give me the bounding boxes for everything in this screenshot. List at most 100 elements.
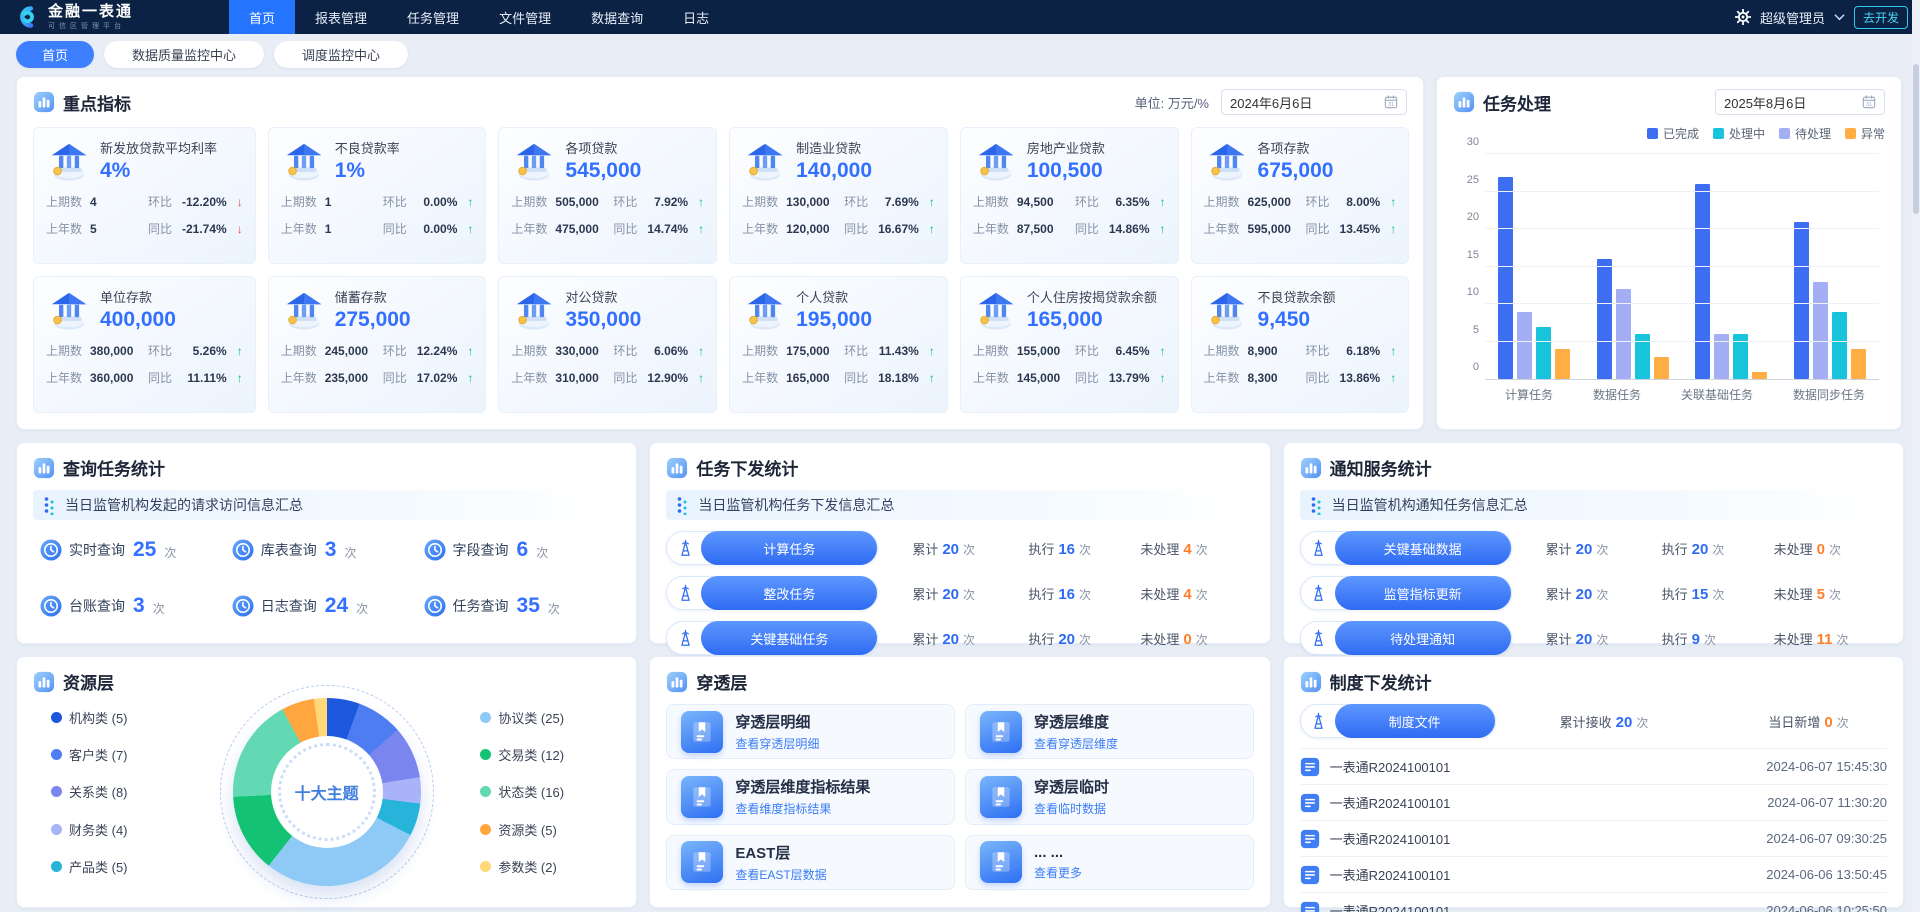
policy-file-row[interactable]: 一表通R2024100101 2024-06-07 09:30:25: [1300, 821, 1887, 857]
bank-icon: [742, 289, 788, 331]
task-pill[interactable]: 监管指标更新: [1300, 576, 1512, 610]
kpi-prev-row: 上期数1 环比0.00% ↑: [281, 193, 474, 210]
task-pill[interactable]: 整改任务: [666, 576, 878, 610]
kpi-prev-year-row: 上年数310,000 同比12.90% ↑: [511, 369, 704, 386]
nav-item-数据查询[interactable]: 数据查询: [571, 0, 663, 34]
kpi-prev-year-row: 上年数5 同比-21.74% ↓: [46, 220, 243, 237]
nav-item-日志[interactable]: 日志: [663, 0, 729, 34]
bar-group-关联基础任务: [1695, 154, 1767, 379]
trend-arrow-icon: ↑: [1380, 371, 1396, 385]
legend-label: 状态类 (16): [498, 782, 564, 801]
policy-file-pill[interactable]: 制度文件: [1300, 704, 1496, 738]
penetration-card-title: 穿透层维度指标结果: [735, 776, 870, 797]
pill-label[interactable]: 计算任务: [701, 531, 877, 565]
donut-legend-产品类[interactable]: 产品类 (5): [51, 857, 173, 876]
donut-legend-交易类[interactable]: 交易类 (12): [480, 745, 616, 764]
penetration-card[interactable]: 穿透层临时 查看临时数据: [965, 769, 1254, 824]
pill-label[interactable]: 整改任务: [701, 576, 877, 610]
task-date-picker[interactable]: 2025年8月6日: [1715, 89, 1885, 115]
donut-legend-left: 机构类 (5) 客户类 (7) 关系类 (8) 财务类 (4) 产品类 (5): [33, 708, 173, 877]
scrollbar-thumb[interactable]: [1913, 64, 1919, 214]
legend-item-处理中[interactable]: 处理中: [1713, 125, 1765, 142]
user-menu[interactable]: 超级管理员: [1760, 8, 1825, 27]
chevron-down-icon[interactable]: [1834, 13, 1845, 21]
penetration-card-link[interactable]: 查看临时数据: [1034, 800, 1109, 817]
gridline: [1485, 303, 1879, 304]
kpi-date-picker[interactable]: 2024年6月6日: [1221, 89, 1407, 115]
penetration-layer-panel: 穿透层 穿透层明细 查看穿透层明细 穿透层维度 查看穿透层维度 穿透层维度指标结…: [649, 656, 1270, 908]
legend-item-已完成[interactable]: 已完成: [1647, 125, 1699, 142]
pending-stat: 未处理5次: [1774, 584, 1841, 603]
task-pill[interactable]: 关键基础任务: [666, 621, 878, 655]
legend-label: 关系类 (8): [69, 782, 128, 801]
tab-调度监控中心[interactable]: 调度监控中心: [274, 41, 408, 68]
penetration-card-link[interactable]: 查看穿透层明细: [735, 735, 819, 752]
query-unit: 次: [344, 544, 356, 561]
bank-icon: [511, 140, 557, 182]
policy-file-row[interactable]: 一表通R2024100101 2024-06-06 13:50:45: [1300, 857, 1887, 893]
calendar-icon[interactable]: [1862, 95, 1876, 109]
donut-legend-状态类[interactable]: 状态类 (16): [480, 782, 616, 801]
task-pill[interactable]: 关键基础数据: [1300, 531, 1512, 565]
nav-item-报表管理[interactable]: 报表管理: [295, 0, 387, 34]
main-menu: 首页报表管理任务管理文件管理数据查询日志: [229, 0, 729, 34]
pill-label[interactable]: 关键基础任务: [701, 621, 877, 655]
penetration-card[interactable]: 穿透层维度 查看穿透层维度: [965, 704, 1254, 759]
penetration-card-link[interactable]: 查看维度指标结果: [735, 800, 870, 817]
penetration-card[interactable]: 穿透层明细 查看穿透层明细: [666, 704, 955, 759]
donut-legend-关系类[interactable]: 关系类 (8): [51, 782, 173, 801]
tower-icon: [1309, 712, 1328, 731]
legend-label: 产品类 (5): [69, 857, 128, 876]
gear-icon[interactable]: [1735, 9, 1751, 25]
bar-异常: [1654, 357, 1669, 380]
penetration-card-link[interactable]: 查看穿透层维度: [1034, 735, 1118, 752]
policy-file-row[interactable]: 一表通R2024100101 2024-06-07 15:45:30: [1300, 749, 1887, 785]
trend-arrow-icon: ↑: [1380, 195, 1396, 209]
task-pill[interactable]: 计算任务: [666, 531, 878, 565]
tab-首页[interactable]: 首页: [16, 41, 94, 68]
kpi-card: 不良贷款率 1% 上期数1 环比0.00% ↑ 上年数1 同比0.00% ↑: [268, 127, 487, 264]
legend-label: 财务类 (4): [69, 820, 128, 839]
stat-row: 计算任务 累计20次 执行16次 未处理4次: [666, 531, 1253, 565]
task-pill[interactable]: 待处理通知: [1300, 621, 1512, 655]
policy-file-row[interactable]: 一表通R2024100101 2024-06-06 10:25:50: [1300, 893, 1887, 912]
penetration-card-link[interactable]: 查看EAST层数据: [735, 866, 826, 883]
penetration-card[interactable]: ... ... 查看更多: [965, 835, 1254, 890]
subtitle-text: 当日监管机构发起的请求访问信息汇总: [65, 495, 303, 515]
legend-item-异常[interactable]: 异常: [1845, 125, 1885, 142]
donut-legend-财务类[interactable]: 财务类 (4): [51, 820, 173, 839]
donut-legend-资源类[interactable]: 资源类 (5): [480, 820, 616, 839]
query-stat-item: 台账查询 3 次: [39, 594, 231, 618]
penetration-card[interactable]: EAST层 查看EAST层数据: [666, 835, 955, 890]
pill-label[interactable]: 关键基础数据: [1335, 531, 1511, 565]
trend-arrow-icon: ↑: [457, 371, 473, 385]
nav-item-首页[interactable]: 首页: [229, 0, 295, 34]
pill-label[interactable]: 监管指标更新: [1335, 576, 1511, 610]
legend-item-待处理[interactable]: 待处理: [1779, 125, 1831, 142]
policy-file-name: 一表通R2024100101: [1330, 901, 1451, 912]
donut-legend-客户类[interactable]: 客户类 (7): [51, 745, 173, 764]
donut-legend-机构类[interactable]: 机构类 (5): [51, 708, 173, 727]
go-develop-button[interactable]: 去开发: [1854, 6, 1908, 29]
penetration-card[interactable]: 穿透层维度指标结果 查看维度指标结果: [666, 769, 955, 824]
tab-数据质量监控中心[interactable]: 数据质量监控中心: [104, 41, 264, 68]
policy-dispatch-stats-panel: 制度下发统计 制度文件 累计接收20次 当日新增0次 一表通R202410010…: [1283, 656, 1904, 908]
nav-item-任务管理[interactable]: 任务管理: [387, 0, 479, 34]
calendar-icon[interactable]: [1384, 95, 1398, 109]
pill-label[interactable]: 待处理通知: [1335, 621, 1511, 655]
tower-icon: [676, 539, 695, 558]
penetration-card-link[interactable]: 查看更多: [1034, 864, 1082, 881]
kpi-prev-year-row: 上年数145,000 同比13.79% ↑: [973, 369, 1166, 386]
stat-row: 待处理通知 累计20次 执行9次 未处理11次: [1300, 621, 1887, 655]
document-icon: [1300, 793, 1320, 813]
policy-file-time: 2024-06-07 15:45:30: [1766, 759, 1887, 774]
page-scrollbar[interactable]: [1912, 0, 1920, 912]
policy-file-row[interactable]: 一表通R2024100101 2024-06-07 11:30:20: [1300, 785, 1887, 821]
trend-arrow-icon: ↓: [227, 195, 243, 209]
pill-label[interactable]: 制度文件: [1335, 704, 1495, 738]
donut-legend-协议类[interactable]: 协议类 (25): [480, 708, 616, 727]
donut-legend-参数类[interactable]: 参数类 (2): [480, 857, 616, 876]
total-stat: 累计20次: [1546, 584, 1662, 603]
app-logo: 金融一表通 可信区管理平台: [14, 4, 133, 31]
nav-item-文件管理[interactable]: 文件管理: [479, 0, 571, 34]
